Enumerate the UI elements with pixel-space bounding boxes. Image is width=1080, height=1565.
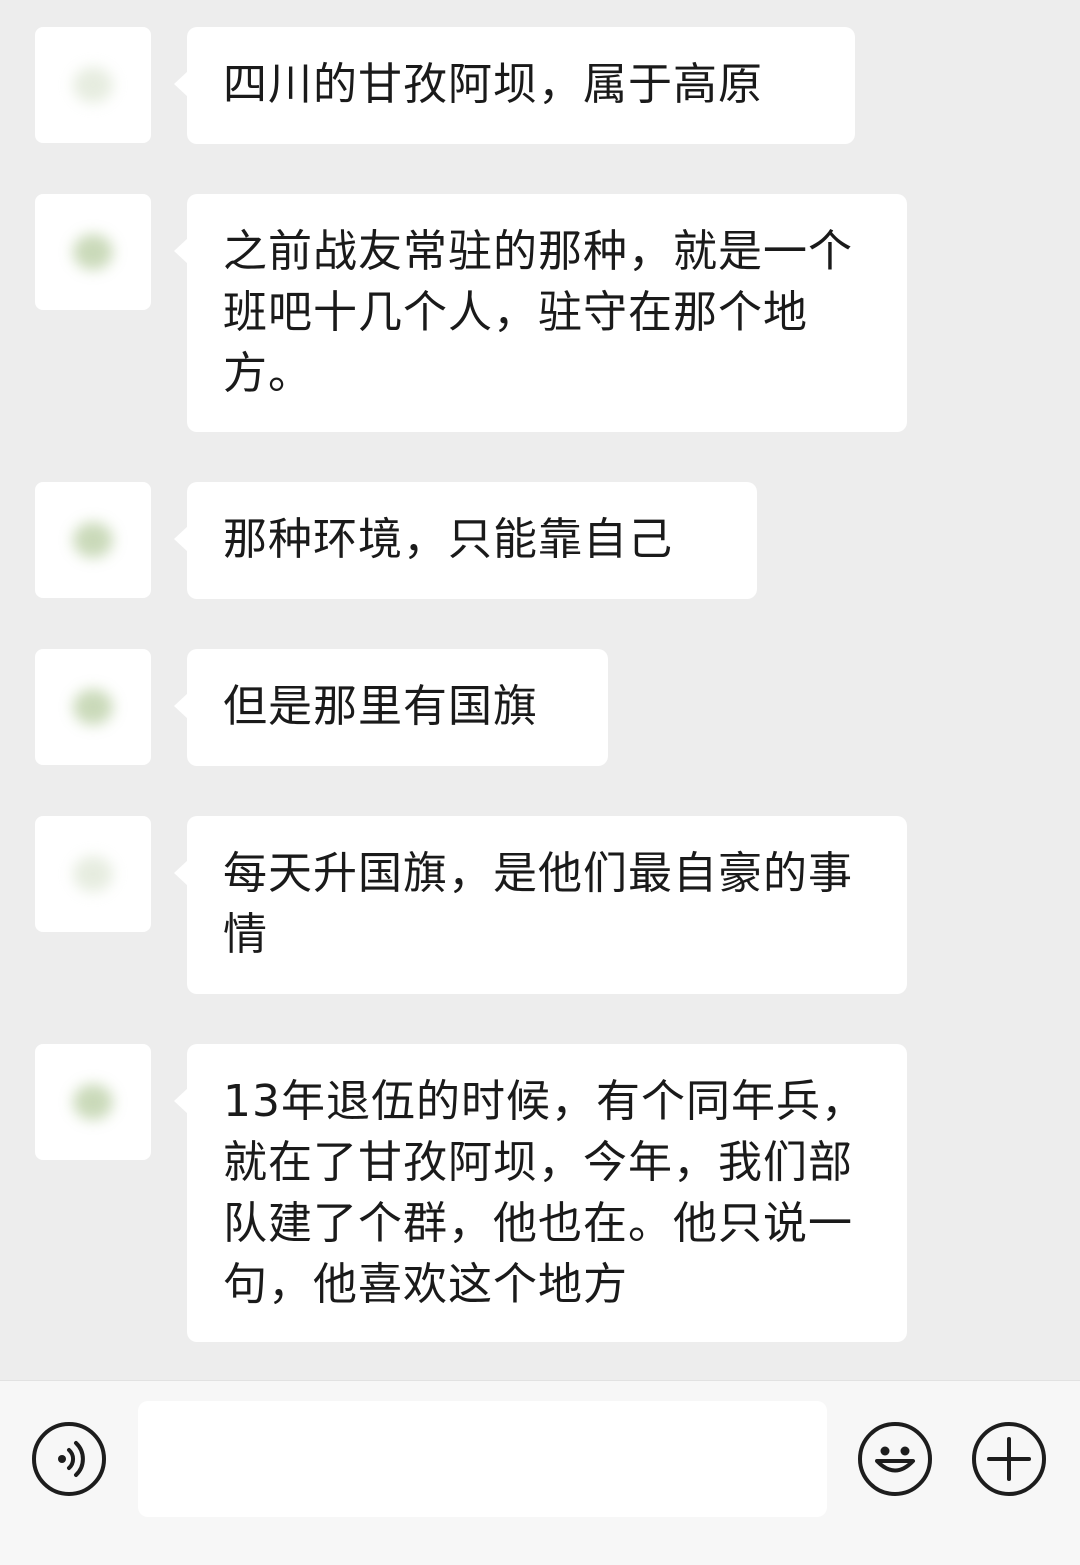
avatar[interactable] (35, 482, 151, 598)
chat-message-list[interactable]: 四川的甘孜阿坝，属于高原 之前战友常驻的那种，就是一个班吧十几个人，驻守在那个地… (0, 0, 1080, 1380)
message-bubble[interactable]: 但是那里有国旗 (174, 649, 608, 766)
avatar[interactable] (35, 1044, 151, 1160)
voice-icon[interactable] (32, 1422, 106, 1496)
message-bubble[interactable]: 之前战友常驻的那种，就是一个班吧十几个人，驻守在那个地方。 (174, 194, 907, 432)
plus-icon[interactable] (972, 1422, 1046, 1496)
message-input[interactable] (138, 1401, 827, 1517)
input-toolbar (0, 1380, 1080, 1565)
avatar[interactable] (35, 27, 151, 143)
message-bubble[interactable]: 13年退伍的时候，有个同年兵，就在了甘孜阿坝，今年，我们部队建了个群，他也在。他… (174, 1044, 907, 1342)
emoji-icon[interactable] (858, 1422, 932, 1496)
message-bubble[interactable]: 每天升国旗，是他们最自豪的事情 (174, 816, 907, 994)
message-bubble[interactable]: 四川的甘孜阿坝，属于高原 (174, 27, 855, 144)
message-bubble[interactable]: 那种环境，只能靠自己 (174, 482, 757, 599)
avatar[interactable] (35, 649, 151, 765)
avatar[interactable] (35, 816, 151, 932)
avatar[interactable] (35, 194, 151, 310)
